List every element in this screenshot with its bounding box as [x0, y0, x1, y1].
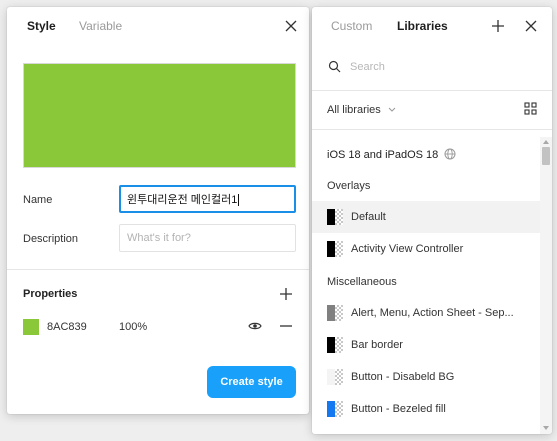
library-name-label: iOS 18 and iPadOS 18: [327, 149, 439, 161]
style-name-value: 윈투대리운전 메인컬러1: [127, 194, 238, 206]
tab-libraries[interactable]: Libraries: [397, 19, 448, 33]
library-search[interactable]: Search: [312, 51, 552, 83]
scroll-up-arrow-icon[interactable]: [543, 140, 549, 144]
section-label-miscellaneous: Miscellaneous: [327, 276, 397, 288]
style-name: Alert, Menu, Action Sheet - Sep...: [351, 307, 514, 319]
style-name-input[interactable]: 윈투대리운전 메인컬러1: [119, 185, 296, 213]
create-style-button[interactable]: Create style: [207, 366, 296, 398]
scroll-thumb[interactable]: [542, 147, 550, 165]
tab-variable[interactable]: Variable: [79, 19, 122, 33]
search-icon: [328, 60, 344, 76]
style-swatch: [327, 401, 343, 417]
scroll-down-arrow-icon[interactable]: [543, 426, 549, 430]
search-placeholder: Search: [350, 61, 385, 73]
style-swatch: [327, 305, 343, 321]
close-icon[interactable]: [524, 19, 540, 35]
section-divider: [7, 269, 309, 270]
close-icon[interactable]: [284, 19, 300, 35]
libraries-panel: Custom Libraries Search All libraries iO…: [312, 7, 552, 434]
list-item[interactable]: Alert, Menu, Action Sheet - Sep...: [312, 297, 540, 329]
list-item[interactable]: Default: [312, 201, 540, 233]
style-name: Bar border: [351, 339, 403, 351]
list-item[interactable]: Button - Disabeld BG: [312, 361, 540, 393]
style-panel-tabs: Style Variable: [7, 7, 309, 45]
style-name: Activity View Controller: [351, 243, 464, 255]
add-icon[interactable]: [491, 19, 507, 35]
library-scrollbar[interactable]: [540, 137, 552, 434]
filter-divider: [312, 129, 552, 130]
color-preview[interactable]: [23, 63, 296, 168]
properties-title: Properties: [23, 288, 78, 300]
tab-style[interactable]: Style: [27, 19, 56, 33]
chevron-down-icon: [388, 103, 396, 115]
description-label: Description: [23, 233, 79, 245]
style-swatch: [327, 369, 343, 385]
property-opacity-value[interactable]: 100%: [119, 321, 147, 333]
add-property-icon[interactable]: [279, 287, 295, 303]
globe-icon: [444, 148, 456, 163]
list-item[interactable]: Button - Bezeled fill: [312, 393, 540, 425]
list-item[interactable]: Activity View Controller: [312, 233, 540, 265]
search-divider: [312, 90, 552, 91]
library-name[interactable]: iOS 18 and iPadOS 18: [327, 148, 456, 163]
style-name: Button - Bezeled fill: [351, 403, 446, 415]
eye-icon[interactable]: [248, 319, 264, 335]
style-swatch: [327, 209, 343, 225]
description-input[interactable]: What's it for?: [119, 224, 296, 252]
style-name: Button - Disabeld BG: [351, 371, 455, 383]
library-filter-dropdown[interactable]: All libraries: [327, 103, 396, 116]
library-filter-label: All libraries: [327, 104, 381, 116]
list-item[interactable]: Bar border: [312, 329, 540, 361]
remove-property-icon[interactable]: [279, 319, 295, 335]
grid-view-icon[interactable]: [524, 102, 540, 118]
property-color-swatch[interactable]: [23, 319, 39, 335]
property-hex-value[interactable]: 8AC839: [47, 321, 87, 333]
style-swatch: [327, 337, 343, 353]
library-panel-tabs: Custom Libraries: [312, 7, 552, 45]
create-style-panel: Style Variable Name 윈투대리운전 메인컬러1 Descrip…: [7, 7, 309, 414]
section-label-overlays: Overlays: [327, 180, 371, 192]
name-label: Name: [23, 194, 53, 206]
library-style-list: iOS 18 and iPadOS 18 Overlays Default Ac…: [312, 137, 540, 434]
style-swatch: [327, 241, 343, 257]
style-name: Default: [351, 211, 386, 223]
tab-custom[interactable]: Custom: [331, 19, 372, 33]
